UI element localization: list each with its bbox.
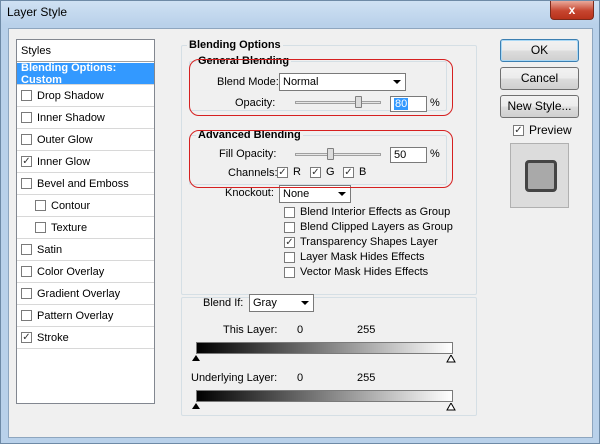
- general-blending-highlight: [189, 59, 453, 116]
- style-item-label: Pattern Overlay: [37, 309, 114, 322]
- style-item[interactable]: Drop Shadow: [17, 85, 154, 107]
- chevron-down-icon: [338, 192, 346, 196]
- close-button[interactable]: x: [550, 1, 594, 20]
- underlying-layer-min: 0: [297, 372, 304, 384]
- style-item-checkbox[interactable]: [21, 310, 32, 321]
- style-item[interactable]: Bevel and Emboss: [17, 173, 154, 195]
- underlying-layer-black-slider[interactable]: [192, 403, 200, 409]
- blending-options-title: Blending Options: [187, 39, 283, 51]
- advanced-option-label: Transparency Shapes Layer: [300, 236, 438, 248]
- style-item-label: Stroke: [37, 331, 69, 344]
- style-item-checkbox[interactable]: [21, 244, 32, 255]
- title-bar[interactable]: Layer Style x: [1, 1, 599, 25]
- advanced-blending-highlight: [189, 130, 453, 188]
- advanced-option-label: Vector Mask Hides Effects: [300, 266, 429, 278]
- style-item-checkbox[interactable]: [21, 266, 32, 277]
- blend-if-dropdown[interactable]: Gray: [249, 294, 314, 312]
- style-item-label: Blending Options: Custom: [21, 61, 117, 86]
- style-item[interactable]: Pattern Overlay: [17, 305, 154, 327]
- this-layer-min: 0: [297, 324, 304, 336]
- style-item-checkbox[interactable]: [21, 112, 32, 123]
- cancel-button[interactable]: Cancel: [500, 67, 579, 90]
- advanced-option-checkbox[interactable]: Vector Mask Hides Effects: [284, 266, 428, 278]
- style-item-checkbox[interactable]: ✓: [21, 332, 32, 343]
- advanced-option-check: [284, 266, 295, 278]
- advanced-option-label: Blend Interior Effects as Group: [300, 206, 451, 218]
- preview-checkbox[interactable]: ✓ Preview: [513, 123, 572, 137]
- preview-label: Preview: [529, 123, 572, 137]
- advanced-option-label: Blend Clipped Layers as Group: [300, 221, 453, 233]
- style-item-label: Satin: [37, 243, 63, 256]
- styles-list: Styles Blending Options: Custom Drop Shad…: [16, 39, 155, 404]
- style-item-label: Inner Shadow: [37, 111, 105, 124]
- knockout-label: Knockout:: [225, 187, 274, 199]
- advanced-option-check: [284, 206, 295, 218]
- chevron-down-icon: [301, 301, 309, 305]
- preview-thumbnail: [525, 160, 557, 192]
- advanced-option-checkbox[interactable]: Blend Clipped Layers as Group: [284, 221, 453, 233]
- this-layer-gradient[interactable]: [196, 342, 453, 354]
- style-item[interactable]: Blending Options: Custom: [17, 61, 154, 86]
- style-item-label: Texture: [51, 221, 88, 234]
- style-item-label: Outer Glow: [37, 133, 93, 146]
- style-item[interactable]: ✓ Inner Glow: [17, 151, 154, 173]
- style-preview: [510, 143, 569, 208]
- style-item[interactable]: Color Overlay: [17, 261, 154, 283]
- style-item-label: Drop Shadow: [37, 89, 104, 102]
- advanced-option-check: [284, 251, 295, 263]
- style-item-label: Gradient Overlay: [37, 287, 121, 300]
- style-item[interactable]: ✓ Stroke: [17, 327, 154, 349]
- advanced-option-checkbox[interactable]: ✓ Transparency Shapes Layer: [284, 236, 438, 248]
- layer-style-dialog: Layer Style x Styles Blending Options: C…: [0, 0, 600, 444]
- style-item-checkbox[interactable]: [35, 200, 46, 211]
- advanced-option-label: Layer Mask Hides Effects: [300, 251, 425, 263]
- style-item-label: Inner Glow: [37, 155, 91, 168]
- underlying-layer-max: 255: [357, 372, 376, 384]
- this-layer-white-slider[interactable]: [446, 353, 456, 363]
- advanced-option-check: [284, 221, 295, 233]
- blend-if-value: Gray: [253, 297, 277, 309]
- close-icon: x: [568, 3, 576, 17]
- style-item[interactable]: Gradient Overlay: [17, 283, 154, 305]
- style-item-checkbox[interactable]: [21, 288, 32, 299]
- blend-if-label: Blend If:: [203, 297, 244, 309]
- style-item-checkbox[interactable]: [21, 90, 32, 101]
- style-item-checkbox[interactable]: [35, 222, 46, 233]
- knockout-value: None: [283, 188, 310, 200]
- style-item[interactable]: Outer Glow: [17, 129, 154, 151]
- style-item-label: Bevel and Emboss: [37, 177, 129, 190]
- style-item-checkbox[interactable]: [21, 134, 32, 145]
- window-title: Layer Style: [7, 5, 68, 19]
- underlying-layer-label: Underlying Layer:: [191, 372, 278, 384]
- ok-button[interactable]: OK: [500, 39, 579, 62]
- style-item-checkbox[interactable]: [21, 178, 32, 189]
- preview-check: ✓: [513, 124, 524, 136]
- style-item[interactable]: Contour: [17, 195, 154, 217]
- style-item-label: Contour: [51, 199, 91, 212]
- style-item[interactable]: Satin: [17, 239, 154, 261]
- this-layer-black-slider[interactable]: [192, 355, 200, 361]
- new-style-button[interactable]: New Style...: [500, 95, 579, 118]
- style-item[interactable]: Texture: [17, 217, 154, 239]
- dialog-client-area: Styles Blending Options: Custom Drop Shad…: [8, 28, 593, 438]
- advanced-option-checkbox[interactable]: Layer Mask Hides Effects: [284, 251, 425, 263]
- styles-header[interactable]: Styles: [17, 40, 154, 62]
- style-item-label: Color Overlay: [37, 265, 105, 278]
- this-layer-max: 255: [357, 324, 376, 336]
- this-layer-label: This Layer:: [223, 324, 278, 336]
- underlying-layer-gradient[interactable]: [196, 390, 453, 402]
- style-item-checkbox[interactable]: ✓: [21, 156, 32, 167]
- advanced-option-check: ✓: [284, 236, 295, 248]
- underlying-layer-white-slider[interactable]: [446, 401, 456, 411]
- style-item[interactable]: Inner Shadow: [17, 107, 154, 129]
- advanced-option-checkbox[interactable]: Blend Interior Effects as Group: [284, 206, 450, 218]
